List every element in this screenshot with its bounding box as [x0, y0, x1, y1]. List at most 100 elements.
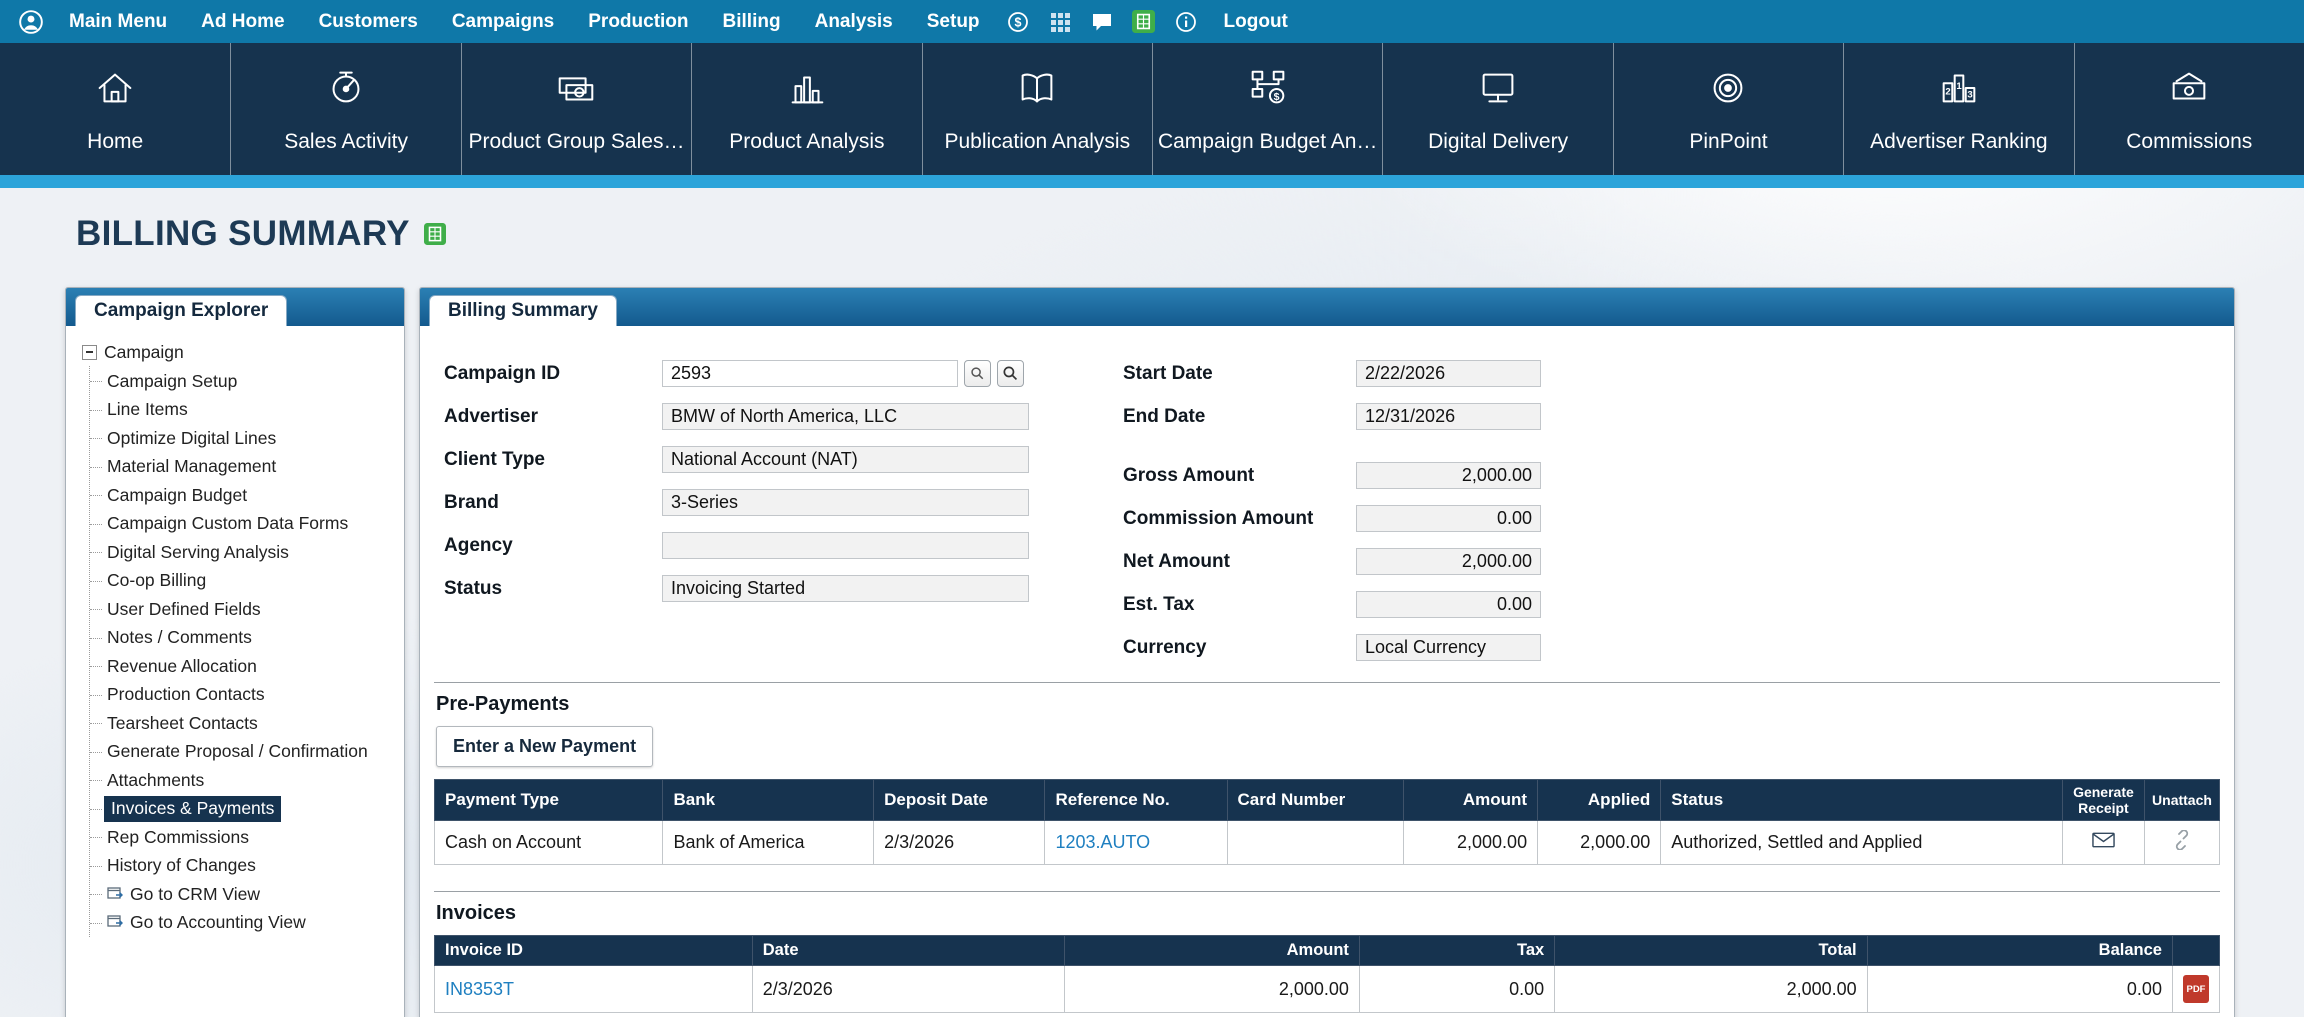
- invoice-id-link[interactable]: IN8353T: [445, 979, 514, 999]
- tile-sales-activity[interactable]: Sales Activity: [230, 43, 460, 175]
- col-header-payment-type: Payment Type: [435, 780, 663, 821]
- agency-label: Agency: [444, 535, 662, 557]
- tree-item-invoices-payments[interactable]: Invoices & Payments: [90, 795, 396, 824]
- pdf-icon[interactable]: PDF: [2183, 975, 2209, 1003]
- menu-setup[interactable]: Setup: [910, 0, 997, 43]
- tree-link-crm-view[interactable]: Go to CRM View: [90, 880, 396, 909]
- menu-customers[interactable]: Customers: [302, 0, 435, 43]
- gross-amount-label: Gross Amount: [1123, 465, 1356, 487]
- cell-balance: 0.00: [1867, 966, 2172, 1013]
- menu-analysis[interactable]: Analysis: [798, 0, 910, 43]
- menu-campaigns[interactable]: Campaigns: [435, 0, 571, 43]
- tree-item-material-management[interactable]: Material Management: [90, 453, 396, 482]
- brand-label: Brand: [444, 492, 662, 514]
- enter-new-payment-button[interactable]: Enter a New Payment: [436, 726, 653, 767]
- reference-no-link[interactable]: 1203.AUTO: [1055, 832, 1150, 852]
- tile-product-analysis[interactable]: Product Analysis: [691, 43, 921, 175]
- campaign-lookup-button[interactable]: [964, 360, 991, 387]
- tree-item-campaign-custom-data-forms[interactable]: Campaign Custom Data Forms: [90, 510, 396, 539]
- book-icon: [1014, 65, 1060, 117]
- tile-digital-delivery[interactable]: Digital Delivery: [1382, 43, 1612, 175]
- tile-publication-analysis[interactable]: Publication Analysis: [922, 43, 1152, 175]
- bar-chart-icon: [784, 65, 830, 117]
- tree-item-co-op-billing[interactable]: Co-op Billing: [90, 567, 396, 596]
- tab-campaign-explorer[interactable]: Campaign Explorer: [75, 295, 287, 326]
- svg-text:$: $: [1273, 90, 1279, 102]
- col-header-total: Total: [1555, 936, 1867, 966]
- dollar-circle-icon[interactable]: $: [997, 10, 1039, 34]
- cell-pdf: PDF: [2172, 966, 2219, 1013]
- agency-field: [662, 532, 1029, 559]
- unattach-icon[interactable]: [2172, 830, 2192, 850]
- menu-billing[interactable]: Billing: [706, 0, 798, 43]
- chat-icon[interactable]: [1081, 10, 1123, 34]
- tile-commissions[interactable]: Commissions: [2074, 43, 2304, 175]
- invoices-section: Invoices Invoice ID Date Amount Tax Tota…: [434, 891, 2220, 1013]
- end-date-field[interactable]: [1356, 403, 1541, 430]
- monitor-icon: [1475, 65, 1521, 117]
- excel-export-icon[interactable]: [1123, 10, 1165, 33]
- tree-item-optimize-digital-lines[interactable]: Optimize Digital Lines: [90, 424, 396, 453]
- explorer-panel-header: Campaign Explorer: [66, 288, 404, 326]
- tab-label: Campaign Explorer: [94, 300, 268, 322]
- tile-label: Publication Analysis: [944, 130, 1130, 154]
- prepayments-section: Pre-Payments Enter a New Payment Payment…: [434, 682, 2220, 865]
- tree-item-campaign-setup[interactable]: Campaign Setup: [90, 367, 396, 396]
- col-header-card-number: Card Number: [1227, 780, 1404, 821]
- top-menu-bar: Main Menu Ad Home Customers Campaigns Pr…: [0, 0, 2304, 43]
- tree-item-digital-serving-analysis[interactable]: Digital Serving Analysis: [90, 538, 396, 567]
- menu-production[interactable]: Production: [571, 0, 705, 43]
- menu-main-menu[interactable]: Main Menu: [52, 0, 184, 43]
- home-icon: [92, 65, 138, 117]
- gross-amount-field: [1356, 462, 1541, 489]
- menu-ad-home[interactable]: Ad Home: [184, 0, 301, 43]
- envelope-icon[interactable]: [2092, 832, 2115, 848]
- tile-campaign-budget-analysis[interactable]: $ Campaign Budget An…: [1152, 43, 1382, 175]
- cash-icon: [2166, 65, 2212, 117]
- logout-button[interactable]: Logout: [1207, 0, 1305, 43]
- tile-home[interactable]: Home: [0, 43, 230, 175]
- commission-amount-label: Commission Amount: [1123, 508, 1356, 530]
- tree-link-accounting-view[interactable]: Go to Accounting View: [90, 909, 396, 938]
- campaign-search-button[interactable]: [997, 360, 1024, 387]
- prepayments-heading: Pre-Payments: [436, 693, 2220, 716]
- client-type-field: [662, 446, 1029, 473]
- campaign-id-field[interactable]: [662, 360, 958, 387]
- prepayments-table: Payment Type Bank Deposit Date Reference…: [434, 779, 2220, 865]
- tree-item-attachments[interactable]: Attachments: [90, 766, 396, 795]
- tree-item-campaign-budget[interactable]: Campaign Budget: [90, 481, 396, 510]
- tree-item-line-items[interactable]: Line Items: [90, 396, 396, 425]
- tree-item-history-of-changes[interactable]: History of Changes: [90, 852, 396, 881]
- cell-applied: 2,000.00: [1538, 821, 1661, 865]
- tree-item-user-defined-fields[interactable]: User Defined Fields: [90, 595, 396, 624]
- tree-root-campaign[interactable]: Campaign: [82, 338, 396, 366]
- info-icon[interactable]: [1165, 10, 1207, 34]
- target-icon: [1705, 65, 1751, 117]
- user-icon[interactable]: [10, 9, 52, 35]
- tree-item-rep-commissions[interactable]: Rep Commissions: [90, 823, 396, 852]
- tile-pinpoint[interactable]: PinPoint: [1613, 43, 1843, 175]
- ranking-icon: 213: [1936, 65, 1982, 117]
- end-date-label: End Date: [1123, 406, 1356, 428]
- start-date-field[interactable]: [1356, 360, 1541, 387]
- tree-item-production-contacts[interactable]: Production Contacts: [90, 681, 396, 710]
- est-tax-field: [1356, 591, 1541, 618]
- budget-flow-icon: $: [1245, 65, 1291, 117]
- cell-unattach: [2144, 821, 2219, 865]
- apps-grid-icon[interactable]: [1039, 11, 1081, 33]
- collapse-icon[interactable]: [82, 345, 97, 360]
- col-header-bank: Bank: [663, 780, 874, 821]
- tree-item-revenue-allocation[interactable]: Revenue Allocation: [90, 652, 396, 681]
- tab-billing-summary[interactable]: Billing Summary: [429, 295, 617, 326]
- tree-item-tearsheet-contacts[interactable]: Tearsheet Contacts: [90, 709, 396, 738]
- commission-amount-field: [1356, 505, 1541, 532]
- tree-item-generate-proposal-confirmation[interactable]: Generate Proposal / Confirmation: [90, 738, 396, 767]
- tile-product-group-sales[interactable]: Product Group Sales…: [461, 43, 691, 175]
- tree-item-notes-comments[interactable]: Notes / Comments: [90, 624, 396, 653]
- cell-tax: 0.00: [1359, 966, 1554, 1013]
- cell-generate-receipt: [2062, 821, 2144, 865]
- billing-panel-header: Billing Summary: [420, 288, 2234, 326]
- excel-export-icon[interactable]: [424, 223, 446, 245]
- tile-advertiser-ranking[interactable]: 213 Advertiser Ranking: [1843, 43, 2073, 175]
- net-amount-label: Net Amount: [1123, 551, 1356, 573]
